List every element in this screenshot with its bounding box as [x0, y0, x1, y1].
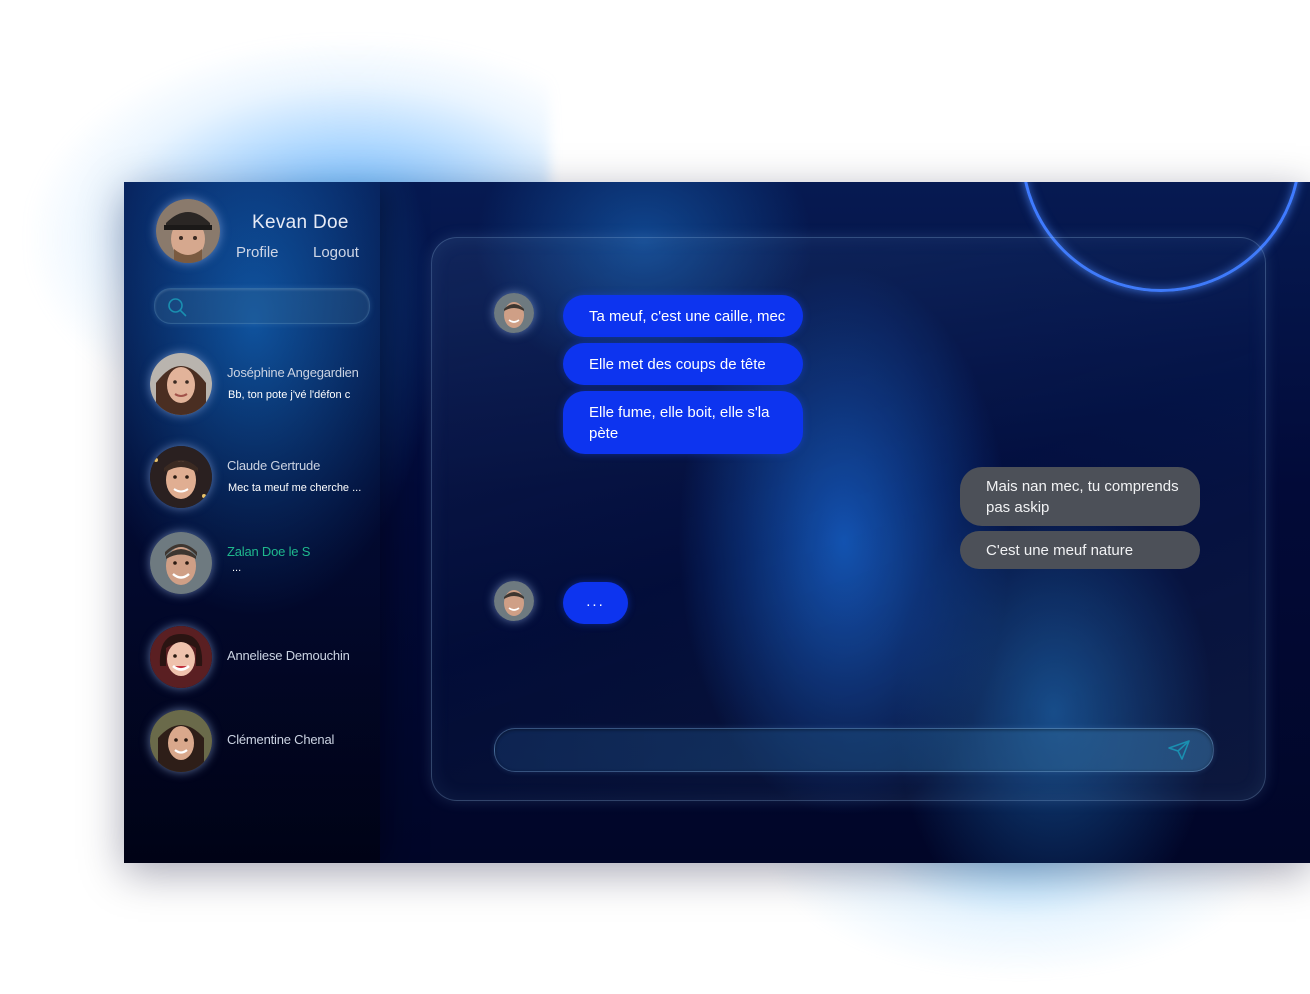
contact-preview: Bb, ton pote j'vé l'défon c	[228, 389, 351, 401]
chat-panel: Ta meuf, c'est une caille, mec Elle met …	[431, 237, 1266, 801]
contact-preview: ...	[232, 562, 242, 574]
app-window: Kevan Doe Profile Logout Joséphine Angeg…	[124, 182, 1310, 863]
sidebar: Kevan Doe Profile Logout Joséphine Angeg…	[124, 182, 380, 863]
contact-name: Zalan Doe le S	[227, 544, 311, 559]
send-icon[interactable]	[1167, 739, 1191, 761]
contact-avatar	[150, 446, 212, 508]
current-user-name: Kevan Doe	[252, 212, 349, 233]
search-icon[interactable]	[167, 297, 187, 317]
contact-avatar	[150, 353, 212, 415]
search-input[interactable]	[195, 295, 363, 319]
sender-avatar	[494, 293, 534, 333]
profile-link[interactable]: Profile	[236, 244, 279, 261]
contact-item-active[interactable]: Zalan Doe le S ...	[150, 532, 375, 596]
contact-name: Clémentine Chenal	[227, 732, 335, 747]
contact-item[interactable]: Anneliese Demouchin	[150, 626, 375, 690]
search-bar	[154, 288, 370, 324]
contact-preview: Mec ta meuf me cherche ...	[228, 482, 362, 494]
contact-item[interactable]: Joséphine Angegardien Bb, ton pote j'vé …	[150, 353, 375, 417]
current-user-avatar[interactable]	[156, 199, 220, 263]
message-outgoing: C'est une meuf nature	[960, 531, 1200, 569]
contact-avatar	[150, 532, 212, 594]
message-composer	[494, 728, 1214, 772]
message-input[interactable]	[515, 739, 1159, 763]
contact-item[interactable]: Clémentine Chenal	[150, 710, 375, 774]
contact-item[interactable]: Claude Gertrude Mec ta meuf me cherche .…	[150, 446, 375, 510]
typing-indicator: ...	[563, 582, 628, 624]
message-incoming: Elle fume, elle boit, elle s'la pète	[563, 391, 803, 454]
message-incoming: Elle met des coups de tête	[563, 343, 803, 385]
contact-name: Anneliese Demouchin	[227, 648, 350, 663]
contact-name: Claude Gertrude	[227, 458, 321, 473]
sender-avatar	[494, 581, 534, 621]
contact-avatar	[150, 710, 212, 772]
message-outgoing: Mais nan mec, tu comprends pas askip	[960, 467, 1200, 526]
logout-link[interactable]: Logout	[313, 244, 359, 261]
contact-name: Joséphine Angegardien	[227, 365, 359, 380]
contact-avatar	[150, 626, 212, 688]
message-incoming: Ta meuf, c'est une caille, mec	[563, 295, 803, 337]
